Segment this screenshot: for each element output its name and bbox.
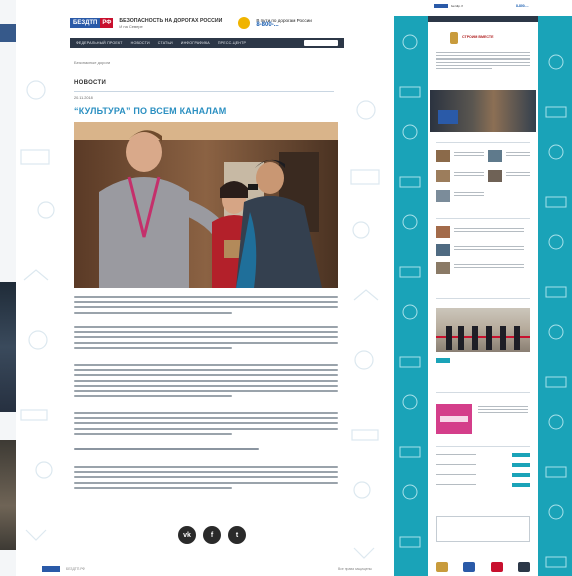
- article-question-line: [74, 448, 338, 450]
- section-title: НОВОСТИ: [74, 80, 107, 86]
- nav-item-articles[interactable]: СТАТЬИ: [158, 41, 173, 45]
- breadcrumb[interactable]: Безопасные дороги: [74, 60, 110, 65]
- thumb-news-image-3[interactable]: [436, 170, 450, 182]
- left-photo-fragment-bottom: [0, 440, 16, 550]
- thumb-promo-text: [478, 406, 528, 415]
- page-footer: БЕЗДТП.РФ Все права защищены: [42, 564, 372, 574]
- thumb-more-button[interactable]: [436, 358, 450, 363]
- article-page: БЕЗДТП РФ БЕЗОПАСНОСТЬ НА ДОРОГАХ РОССИИ…: [16, 0, 386, 576]
- main-nav: ФЕДЕРАЛЬНЫЙ ПРОЕКТ НОВОСТИ СТАТЬИ ИНФОГР…: [70, 38, 344, 48]
- thumb-news-image-2[interactable]: [488, 150, 502, 162]
- article-paragraph-1: [74, 296, 338, 317]
- emblem-icon: [450, 32, 458, 44]
- thumb-phone: 8-800-...: [516, 4, 529, 8]
- thumb-article-image-2[interactable]: [436, 244, 450, 256]
- thumb-news-text-3: [454, 172, 484, 178]
- article-date: 20.11.2018: [74, 96, 93, 100]
- thumb-emblem-title: СТРОИМ ВМЕСТЕ: [462, 35, 494, 39]
- thumb-news-text-1: [454, 152, 484, 158]
- thumb-form-row-4[interactable]: [436, 483, 530, 488]
- section-divider: [74, 91, 334, 92]
- site-title: БЕЗОПАСНОСТЬ НА ДОРОГАХ РОССИИ: [119, 17, 223, 24]
- thumb-news-image-4[interactable]: [488, 170, 502, 182]
- thumb-event-photo[interactable]: [436, 308, 530, 352]
- thumb-form-row-3[interactable]: [436, 473, 530, 478]
- site-logo[interactable]: БЕЗДТП РФ: [70, 15, 114, 31]
- vk-icon[interactable]: vk: [178, 526, 196, 544]
- article-hero-photo: [74, 122, 338, 288]
- article-paragraph-5: [74, 466, 338, 492]
- promo-badge-icon: [238, 17, 251, 29]
- article-headline: “КУЛЬТУРА” ПО ВСЕМ КАНАЛАМ: [74, 106, 227, 116]
- site-thumbnail: bezdtp.rf 8-800-... СТРОИМ ВМЕСТЕ: [394, 0, 572, 576]
- thumb-news-text-4: [506, 172, 530, 178]
- thumb-news-text-2: [506, 152, 530, 158]
- footer-right-text: Все права защищены: [337, 567, 372, 571]
- thumb-news-image-1[interactable]: [436, 150, 450, 162]
- thumb-section-divider: [436, 142, 530, 143]
- thumb-news-text-5: [454, 192, 484, 198]
- thumb-section-divider-4: [436, 392, 530, 393]
- thumb-article-text-2: [454, 246, 524, 252]
- partner-logo-1[interactable]: [436, 562, 448, 572]
- thumb-logo-text: bezdtp.rf: [451, 4, 463, 8]
- left-blue-tab: [0, 24, 16, 42]
- footer-logo[interactable]: [42, 566, 60, 572]
- left-edge-strip: [0, 0, 16, 576]
- facebook-icon[interactable]: f: [203, 526, 221, 544]
- thumb-promo-banner[interactable]: [436, 404, 472, 434]
- partner-logo-3[interactable]: [490, 562, 503, 572]
- nav-item-press[interactable]: ПРЕСС-ЦЕНТР: [218, 41, 246, 45]
- nav-item-infographics[interactable]: ИНФОГРАФИКА: [181, 41, 210, 45]
- footer-left-text: БЕЗДТП.РФ: [66, 567, 86, 571]
- search-input[interactable]: [304, 40, 338, 46]
- article-paragraph-4: [74, 412, 338, 438]
- thumb-news-image-5[interactable]: [436, 190, 450, 202]
- thumb-content-column: СТРОИМ ВМЕСТЕ: [428, 22, 538, 576]
- thumb-section-divider-2: [436, 218, 530, 219]
- thumb-intro-text: [436, 52, 530, 71]
- thumb-article-image-1[interactable]: [436, 226, 450, 238]
- thumb-form-row-2[interactable]: [436, 463, 530, 468]
- thumb-section-divider-5: [436, 446, 530, 447]
- article-paragraph-3: [74, 364, 338, 400]
- site-header: БЕЗДТП РФ БЕЗОПАСНОСТЬ НА ДОРОГАХ РОССИИ…: [70, 10, 344, 36]
- site-subtitle: И на Севере: [119, 23, 143, 29]
- thumb-hero-banner[interactable]: [430, 90, 536, 132]
- logo-text-suffix: РФ: [100, 18, 114, 28]
- logo-text-main: БЕЗДТП: [70, 18, 101, 28]
- nav-item-news[interactable]: НОВОСТИ: [131, 41, 150, 45]
- thumb-partner-logos: [436, 562, 530, 572]
- left-photo-fragment-top: [0, 282, 16, 412]
- thumb-header: [394, 0, 572, 16]
- thumb-article-text-3: [454, 264, 524, 270]
- promo-phone: 8-800-...: [256, 22, 279, 28]
- twitter-icon[interactable]: t: [228, 526, 246, 544]
- social-share-bar: vk f t: [178, 526, 246, 544]
- partner-logo-2[interactable]: [463, 562, 476, 572]
- thumb-article-text-1: [454, 228, 524, 234]
- promo-block[interactable]: В пути по дорогам России 8-800-...: [256, 18, 311, 29]
- nav-item-project[interactable]: ФЕДЕРАЛЬНЫЙ ПРОЕКТ: [76, 41, 123, 45]
- thumb-logo[interactable]: bezdtp.rf: [434, 4, 463, 8]
- hero-photo-illustration: [74, 122, 338, 288]
- partner-logo-4[interactable]: [517, 562, 530, 572]
- thumb-feedback-textarea[interactable]: [436, 516, 530, 542]
- article-paragraph-2: [74, 326, 338, 352]
- thumb-section-divider-3: [436, 298, 530, 299]
- thumb-form-row-1[interactable]: [436, 453, 530, 458]
- thumb-article-image-3[interactable]: [436, 262, 450, 274]
